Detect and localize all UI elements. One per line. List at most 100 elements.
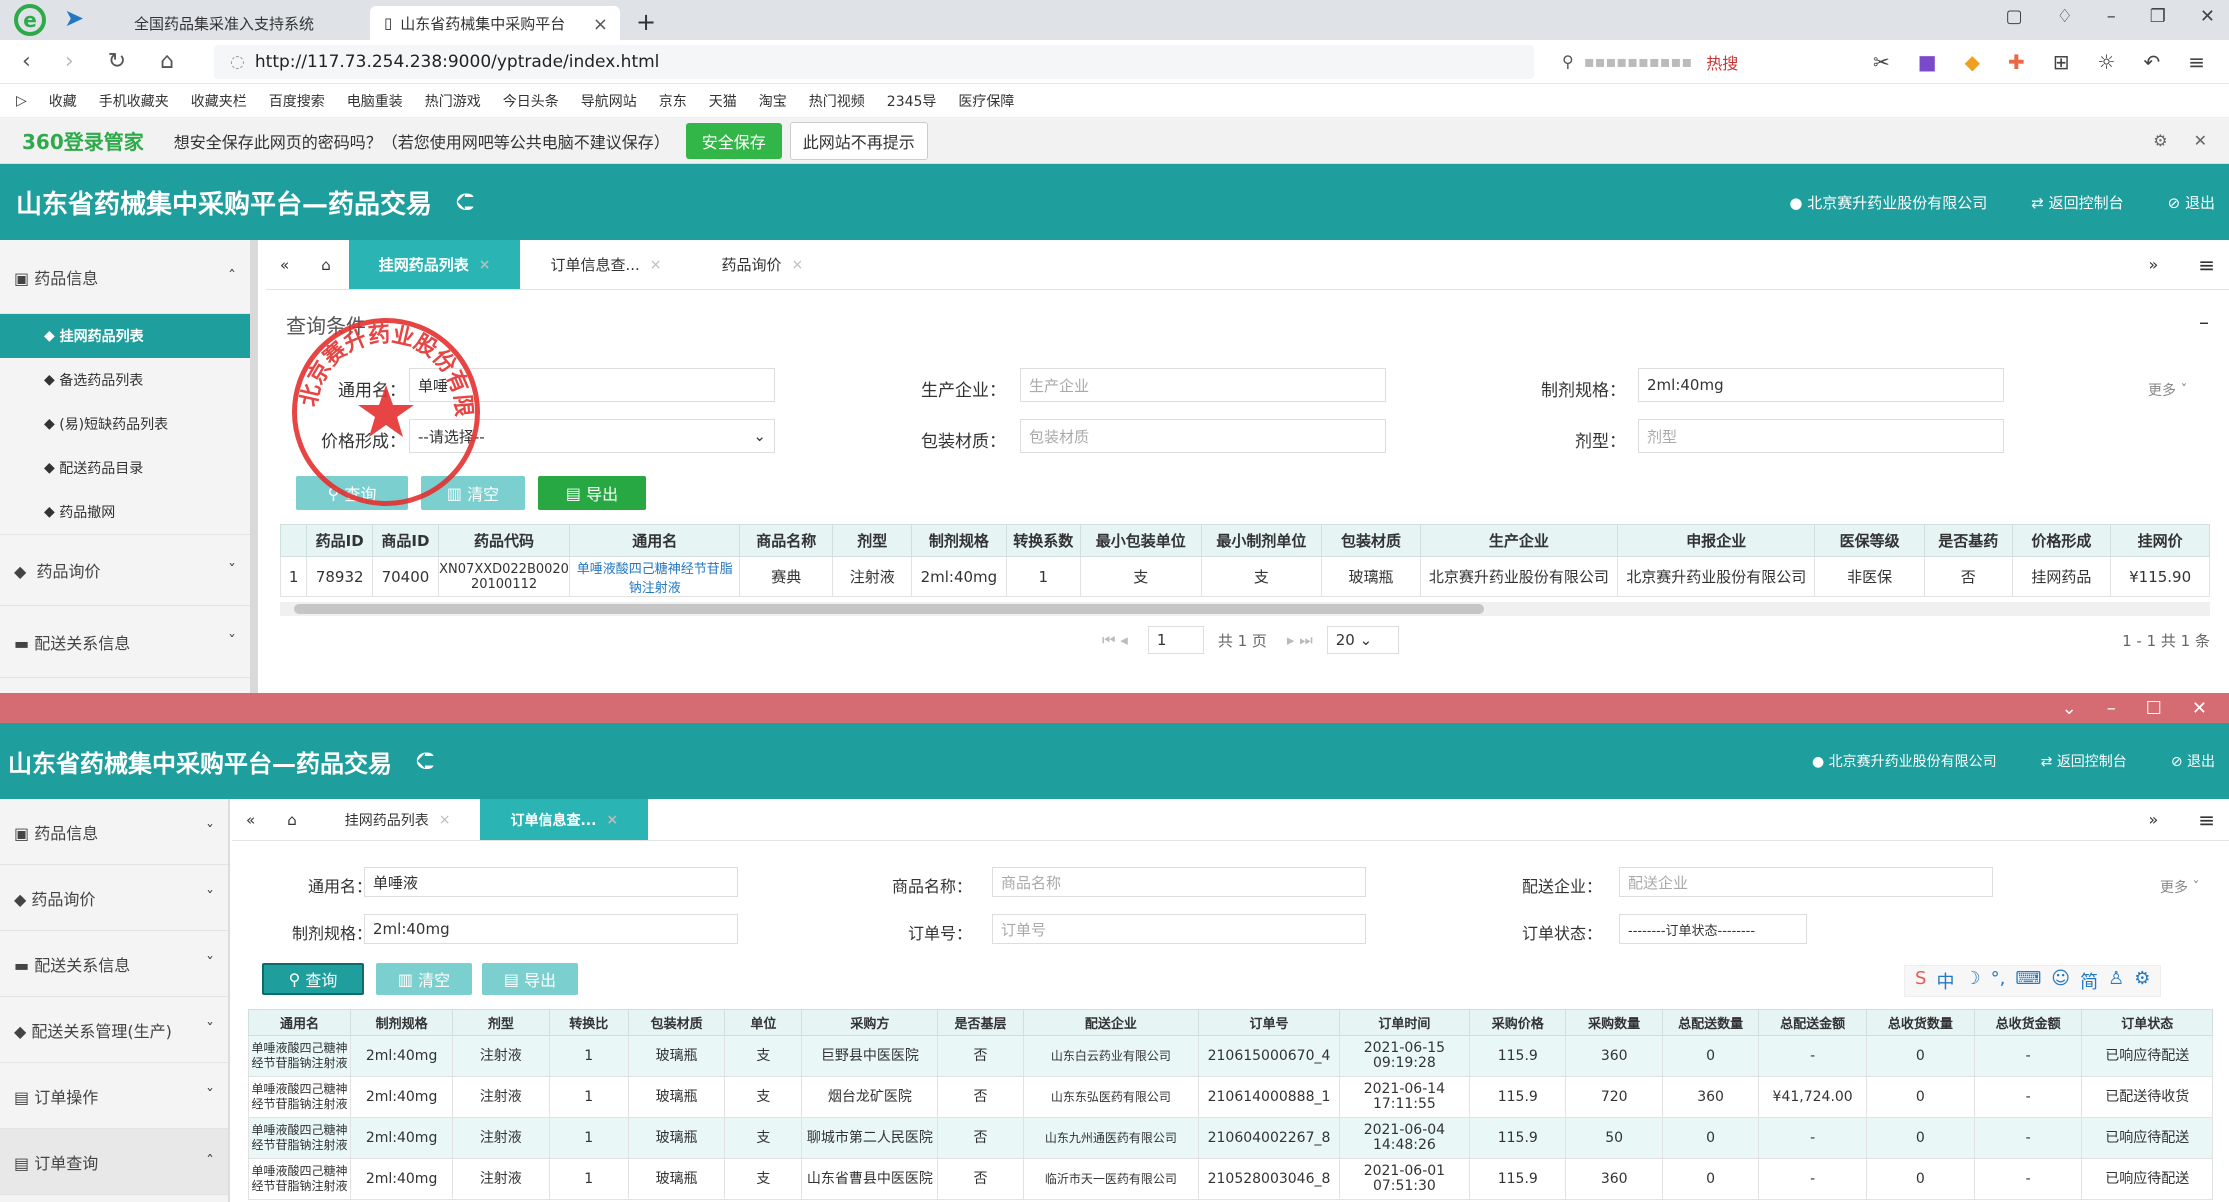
maximize-icon[interactable]: ☐ — [2146, 698, 2162, 719]
tabs-right-icon[interactable]: » — [2148, 810, 2158, 829]
new-tab-icon[interactable]: + — [636, 8, 656, 36]
search-box[interactable]: ⚲ ▪▪▪▪▪▪▪▪▪▪ 热搜 — [1562, 45, 1822, 79]
column-header[interactable]: 订单时间 — [1338, 1009, 1471, 1036]
sidebar-group-active[interactable]: ▤ 订单查询 ˆ — [0, 1129, 228, 1195]
first-page-icon[interactable]: ⏮ ◂ — [1102, 631, 1128, 649]
last-page-icon[interactable]: ▸ ⏭ — [1287, 631, 1313, 649]
tab-order-info[interactable]: 订单信息查... × — [520, 240, 691, 289]
clear-button[interactable]: ▥ 清空 — [376, 963, 472, 995]
sidebar-group[interactable]: ◆ 配送关系管理(生产) ˇ — [0, 997, 228, 1063]
extension-icon[interactable]: ■ — [1918, 50, 1937, 74]
table-row[interactable]: 单唾液酸四己糖神经节苷脂钠注射液 2ml:40mg 注射液 1 玻璃瓶支巨野县中医医院否… — [247, 1035, 2213, 1077]
column-header[interactable]: 总配送金额 — [1758, 1009, 1867, 1036]
tabs-menu-icon[interactable]: ≡ — [2198, 253, 2215, 277]
reload-icon[interactable]: ↻ — [108, 49, 126, 74]
scroll-thumb[interactable] — [294, 604, 1484, 614]
column-header[interactable]: 采购方 — [801, 1009, 939, 1036]
column-header[interactable] — [279, 524, 308, 557]
column-header[interactable]: 单位 — [724, 1009, 803, 1036]
page-input[interactable]: 1 — [1147, 626, 1204, 654]
bookmark-item[interactable]: 京东 — [659, 91, 687, 111]
sidebar-group[interactable]: ▤ 订单操作 ˇ — [0, 1063, 228, 1129]
page-size-select[interactable]: 20 ⌄ — [1326, 626, 1399, 654]
column-header[interactable]: 制剂规格 — [350, 1009, 454, 1036]
sidebar-item-shortage[interactable]: ◆ (易)短缺药品列表 — [0, 402, 250, 446]
mfr-input[interactable]: 生产企业 — [1020, 368, 1386, 402]
bookmark-item[interactable]: 热门游戏 — [425, 91, 481, 111]
forward-icon[interactable]: › — [65, 49, 74, 74]
column-header[interactable]: 包装材质 — [627, 1009, 726, 1036]
tab-listed-drugs[interactable]: 挂网药品列表 × — [315, 799, 481, 840]
column-header[interactable]: 挂网价 — [2110, 524, 2210, 557]
column-header[interactable]: 商品ID — [372, 524, 439, 557]
table-row[interactable]: 单唾液酸四己糖神经节苷脂钠注射液 2ml:40mg 注射液 1 玻璃瓶支山东省曹县中医医… — [247, 1158, 2213, 1200]
game-icon[interactable]: ✚ — [2008, 50, 2025, 74]
trade-input[interactable]: 商品名称 — [992, 867, 1366, 897]
more-toggle[interactable]: 更多 ˇ — [2160, 877, 2199, 897]
home-icon[interactable]: ⌂ — [160, 49, 174, 74]
tab-order-info[interactable]: 订单信息查... × — [480, 799, 649, 840]
column-header[interactable]: 转换比 — [548, 1009, 629, 1036]
sidebar-group[interactable]: ◆ 药品询价 ˇ — [0, 865, 228, 931]
name-input[interactable]: 单唾液 — [364, 867, 738, 897]
form-input[interactable]: 剂型 — [1638, 419, 2004, 453]
close-icon[interactable]: × — [650, 257, 662, 273]
moon-icon[interactable]: ☽ — [1964, 968, 1980, 994]
table-row[interactable]: 1 78932 70400 XN07XXD022B002020100112 单唾液酸四己… — [279, 556, 2210, 597]
tab-listed-drugs[interactable]: 挂网药品列表 × — [348, 240, 521, 289]
tab-inquiry[interactable]: 药品询价 × — [692, 240, 834, 289]
column-header[interactable]: 采购数量 — [1565, 1009, 1663, 1036]
column-header[interactable]: 配送企业 — [1022, 1009, 1200, 1036]
sidebar-group[interactable]: ▬ 配送关系信息 ˇ — [0, 931, 228, 997]
column-header[interactable]: 商品名称 — [739, 524, 834, 557]
column-header[interactable]: 医保等级 — [1814, 524, 1925, 557]
chevron-down-icon[interactable]: ⌄ — [2062, 698, 2077, 719]
column-header[interactable]: 剂型 — [452, 1009, 550, 1036]
close-bar-icon[interactable]: ✕ — [2194, 131, 2207, 150]
close-window-icon[interactable]: ✕ — [2192, 698, 2207, 719]
skin-icon[interactable]: ♙ — [2108, 968, 2124, 994]
company-link[interactable]: ● 北京赛升药业股份有限公司 — [1789, 192, 1987, 213]
column-header[interactable]: 是否基层 — [937, 1009, 1024, 1036]
column-header[interactable]: 制剂规格 — [911, 524, 1007, 557]
bookmark-item[interactable]: 电脑重装 — [347, 91, 403, 111]
sogou-icon[interactable]: S — [1915, 968, 1926, 994]
url-field[interactable]: ◌ http://117.73.254.238:9000/yptrade/inde… — [214, 44, 1535, 79]
punct-icon[interactable]: °, — [1991, 968, 2006, 994]
back-circle-icon[interactable]: ⮈ — [456, 188, 474, 216]
chinese-mode-icon[interactable]: 中 — [1936, 968, 1954, 994]
bookmark-item[interactable]: 收藏夹栏 — [191, 91, 247, 111]
column-header[interactable]: 是否基药 — [1923, 524, 2013, 557]
send-icon[interactable]: ➤ — [64, 4, 84, 36]
keyboard-icon[interactable]: ⌨ — [2015, 968, 2041, 994]
order-input[interactable]: 订单号 — [992, 914, 1366, 944]
column-header[interactable]: 总配送数量 — [1661, 1009, 1760, 1036]
pack-input[interactable]: 包装材质 — [1020, 419, 1386, 453]
table-row[interactable]: 单唾液酸四己糖神经节苷脂钠注射液 2ml:40mg 注射液 1 玻璃瓶支烟台龙矿医院否山… — [247, 1076, 2213, 1118]
logout-link[interactable]: ⊘ 退出 — [2168, 192, 2215, 213]
bookmark-item[interactable]: 淘宝 — [759, 91, 787, 111]
spec-input[interactable]: 2ml:40mg — [364, 914, 738, 944]
tabs-left-icon[interactable]: « — [232, 799, 269, 840]
browser-tab-active[interactable]: ▯ 山东省药械集中采购平台 × — [370, 6, 620, 40]
export-button[interactable]: ▤ 导出 — [482, 963, 578, 995]
user-icon[interactable]: ☺ — [2051, 968, 2070, 994]
restore-icon[interactable]: ❐ — [2150, 6, 2166, 27]
bookmark-item[interactable]: 2345导 — [887, 91, 937, 111]
scissors-icon[interactable]: ✂ — [1873, 50, 1890, 74]
close-tab-icon[interactable]: × — [593, 14, 608, 35]
console-link[interactable]: ⇄ 返回控制台 — [2031, 192, 2123, 213]
bookmark-item[interactable]: 热门视频 — [809, 91, 865, 111]
column-header[interactable]: 生产企业 — [1419, 524, 1619, 557]
bookmark-item[interactable]: 收藏 — [49, 91, 77, 111]
more-toggle[interactable]: 更多 ˇ — [2148, 380, 2187, 400]
browser-tab[interactable]: 全国药品集采准入支持系统 — [120, 6, 370, 40]
safe-save-button[interactable]: 安全保存 — [685, 122, 782, 159]
browser-logo-icon[interactable]: e — [14, 4, 46, 36]
home-tab-icon[interactable]: ⌂ — [303, 240, 349, 289]
back-circle-icon[interactable]: ⮈ — [416, 747, 434, 775]
settings-icon[interactable]: ⚙ — [2153, 131, 2167, 150]
column-header[interactable]: 总收货数量 — [1866, 1009, 1975, 1036]
query-button[interactable]: ⚲ 查询 — [262, 963, 364, 995]
company-link[interactable]: ● 北京赛升药业股份有限公司 — [1812, 751, 1997, 771]
